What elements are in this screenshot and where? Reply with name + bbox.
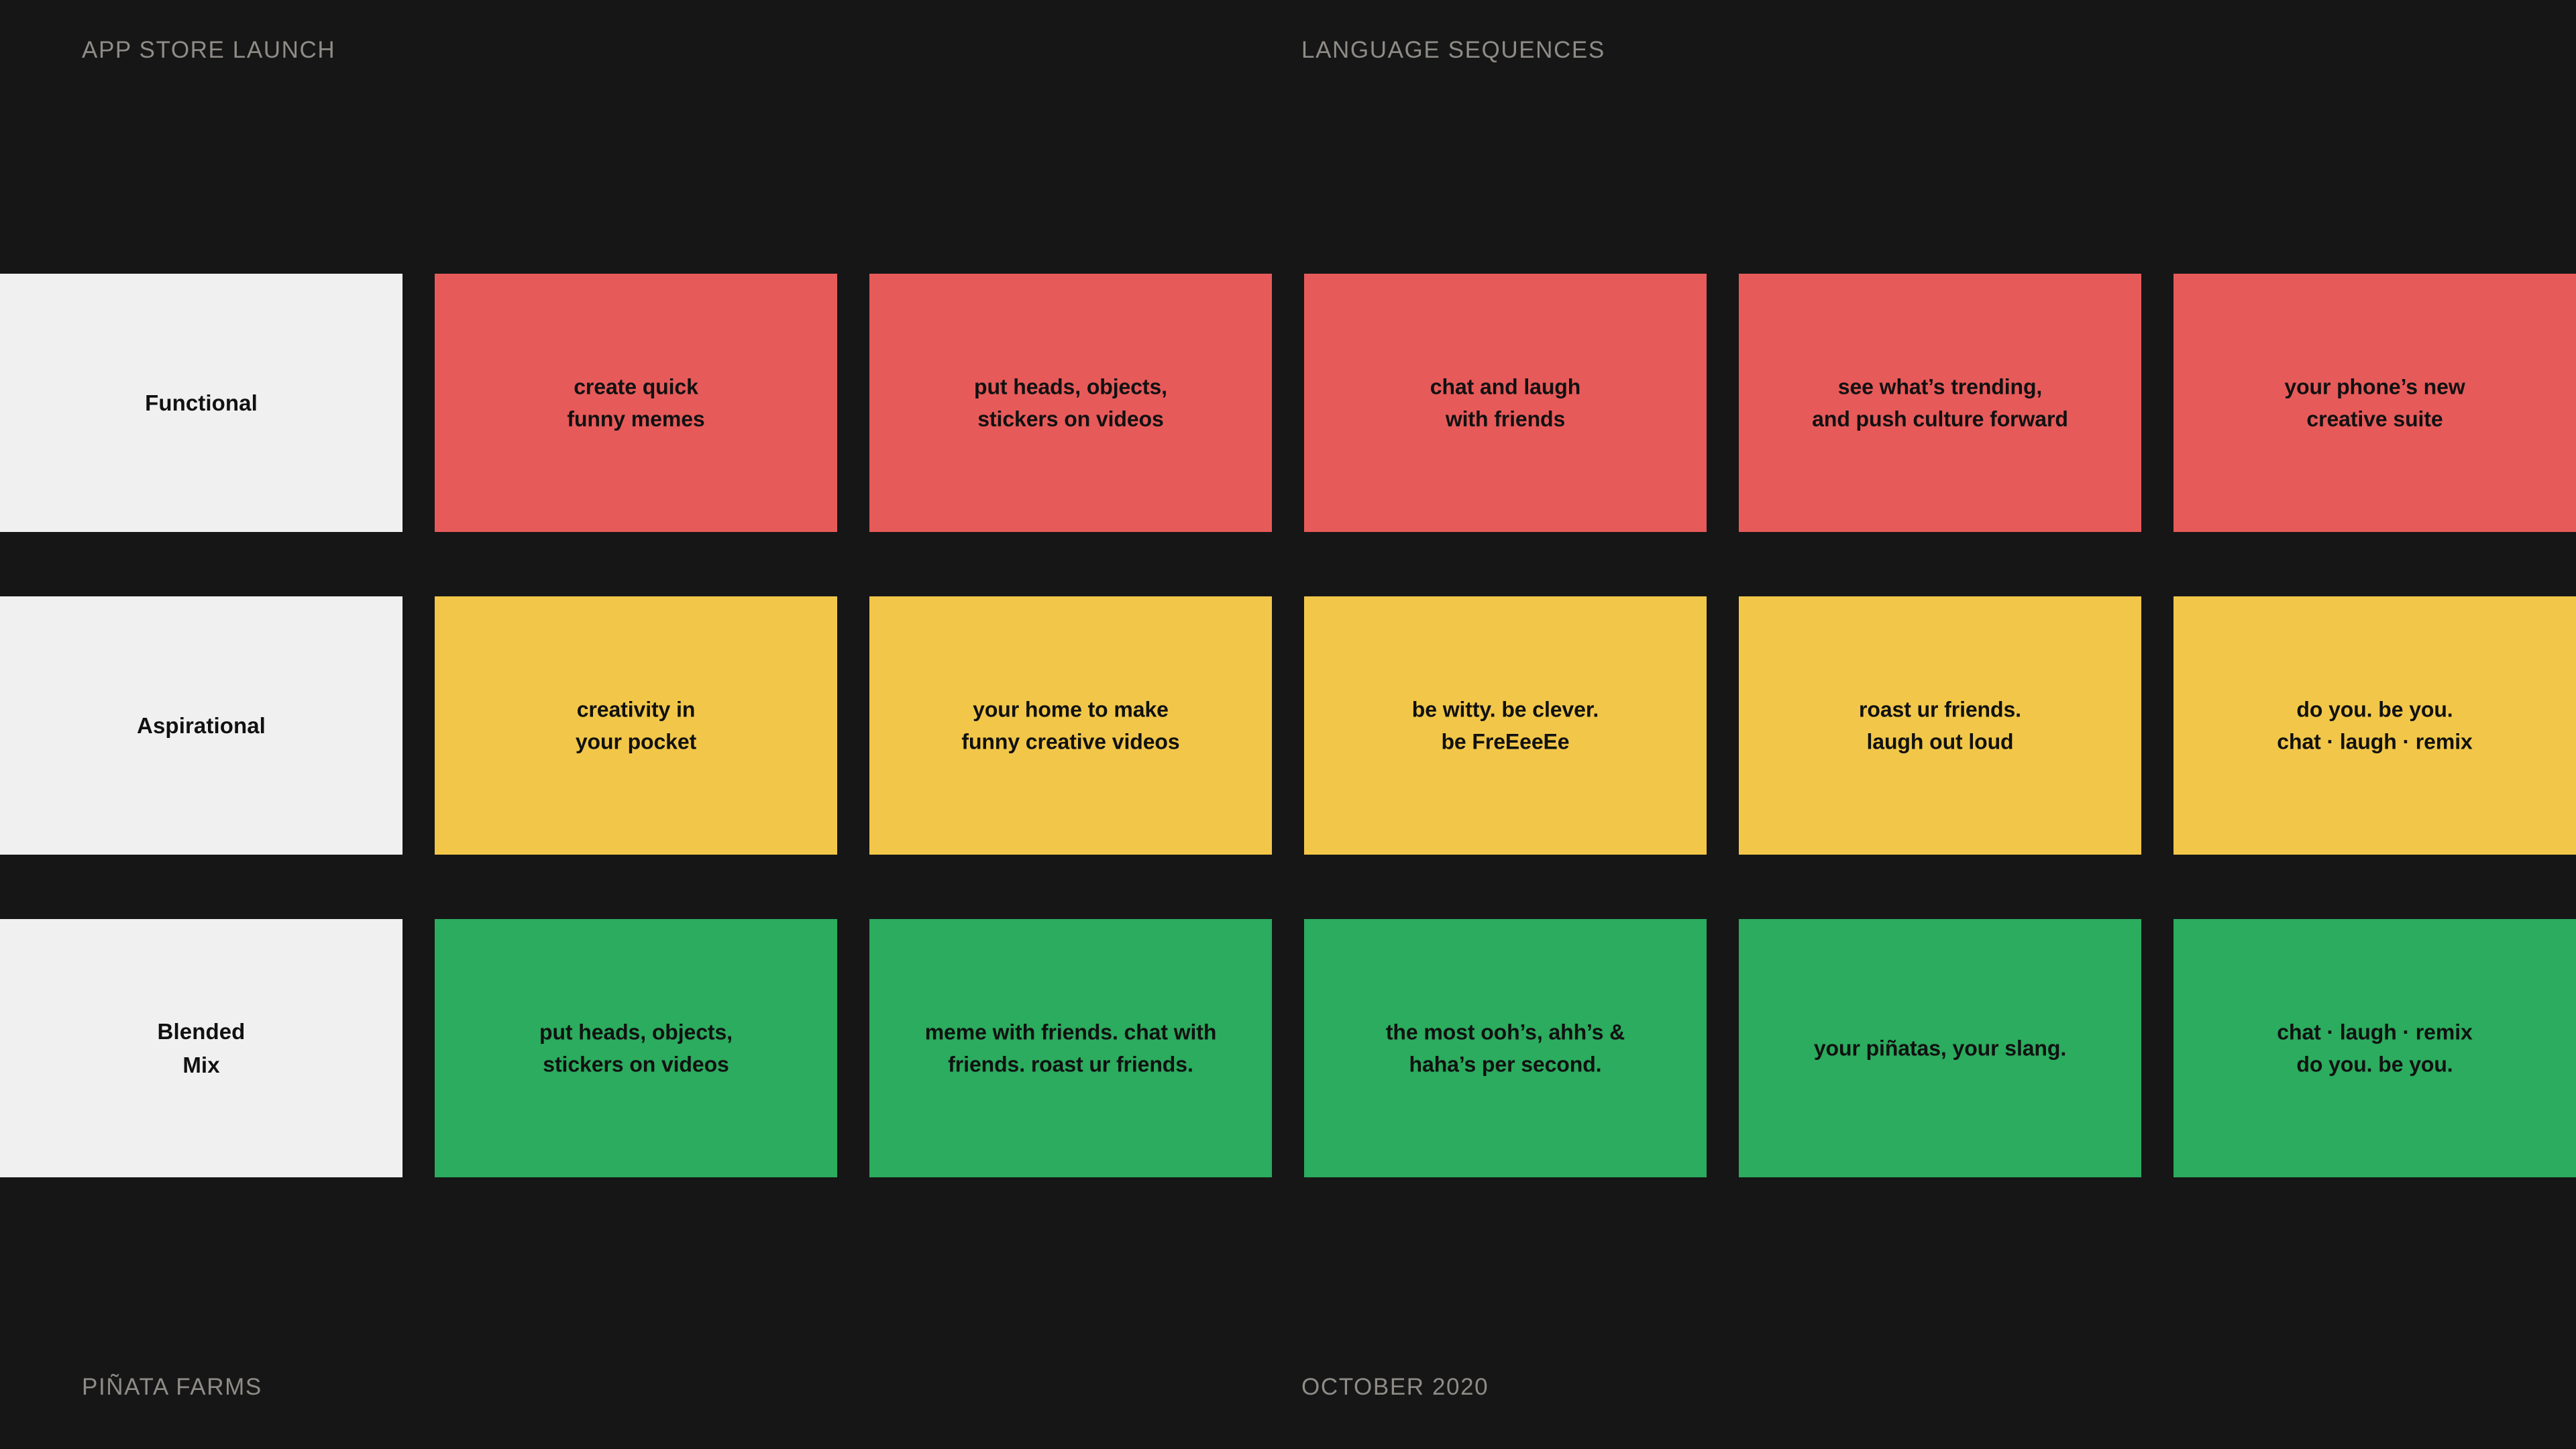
footer-brand-label: PIÑATA FARMS xyxy=(82,1374,262,1400)
message-card: meme with friends. chat with friends. roa… xyxy=(869,919,1272,1177)
message-card: see what’s trending, and push culture for… xyxy=(1739,274,2141,532)
message-card: create quick funny memes xyxy=(435,274,837,532)
message-card: your phone’s new creative suite xyxy=(2174,274,2576,532)
grid-row-aspirational: Aspirational creativity in your pocket your… xyxy=(0,596,2576,855)
header-left-label: APP STORE LAUNCH xyxy=(82,37,336,63)
grid-row-blended-mix: Blended Mix put heads, objects, stickers on… xyxy=(0,919,2576,1177)
message-card: roast ur friends. laugh out loud xyxy=(1739,596,2141,855)
message-card: do you. be you. chat · laugh · remix xyxy=(2174,596,2576,855)
message-card-text: your phone’s new creative suite xyxy=(2284,374,2465,431)
message-card-text: roast ur friends. laugh out loud xyxy=(1859,696,2021,754)
message-card-text: chat · laugh · remix do you. be you. xyxy=(2277,1019,2473,1077)
header-center-label: LANGUAGE SEQUENCES xyxy=(1301,37,1605,63)
message-card-text: your home to make funny creative videos xyxy=(961,696,1180,754)
message-card: put heads, objects, stickers on videos xyxy=(869,274,1272,532)
footer-date-label: OCTOBER 2020 xyxy=(1301,1374,1489,1400)
message-card: the most ooh’s, ahh’s & haha’s per second… xyxy=(1304,919,1707,1177)
message-card-text: put heads, objects, stickers on videos xyxy=(974,374,1167,431)
message-card: creativity in your pocket xyxy=(435,596,837,855)
language-sequence-grid: Functional create quick funny memes put hea… xyxy=(0,274,2576,1177)
grid-row-functional: Functional create quick funny memes put hea… xyxy=(0,274,2576,532)
row-label-text: Aspirational xyxy=(137,712,266,738)
message-card: your home to make funny creative videos xyxy=(869,596,1272,855)
message-card-text: be witty. be clever. be FreEeeEe xyxy=(1411,696,1599,754)
message-card-text: chat and laugh with friends xyxy=(1430,374,1581,431)
row-label-card-functional: Functional xyxy=(0,274,402,532)
message-card-text: create quick funny memes xyxy=(567,374,705,431)
message-card-text: the most ooh’s, ahh’s & haha’s per second… xyxy=(1385,1019,1625,1077)
message-card-text: creativity in your pocket xyxy=(575,696,697,754)
row-label-text: Blended Mix xyxy=(157,1018,246,1077)
message-card-text: do you. be you. chat · laugh · remix xyxy=(2277,696,2473,754)
message-card-text: meme with friends. chat with friends. roa… xyxy=(924,1019,1217,1077)
row-label-card-aspirational: Aspirational xyxy=(0,596,402,855)
message-card: put heads, objects, stickers on videos xyxy=(435,919,837,1177)
row-label-text: Functional xyxy=(145,390,258,415)
message-card-text: put heads, objects, stickers on videos xyxy=(539,1019,733,1077)
slide-footer: PIÑATA FARMS OCTOBER 2020 xyxy=(0,1315,2576,1449)
message-card-text: see what’s trending, and push culture for… xyxy=(1812,374,2068,431)
slide-header: APP STORE LAUNCH LANGUAGE SEQUENCES xyxy=(0,0,2576,107)
message-card: your piñatas, your slang. xyxy=(1739,919,2141,1177)
row-label-card-blended-mix: Blended Mix xyxy=(0,919,402,1177)
message-card: chat · laugh · remix do you. be you. xyxy=(2174,919,2576,1177)
message-card: be witty. be clever. be FreEeeEe xyxy=(1304,596,1707,855)
message-card: chat and laugh with friends xyxy=(1304,274,1707,532)
message-card-text: your piñatas, your slang. xyxy=(1813,1036,2067,1061)
